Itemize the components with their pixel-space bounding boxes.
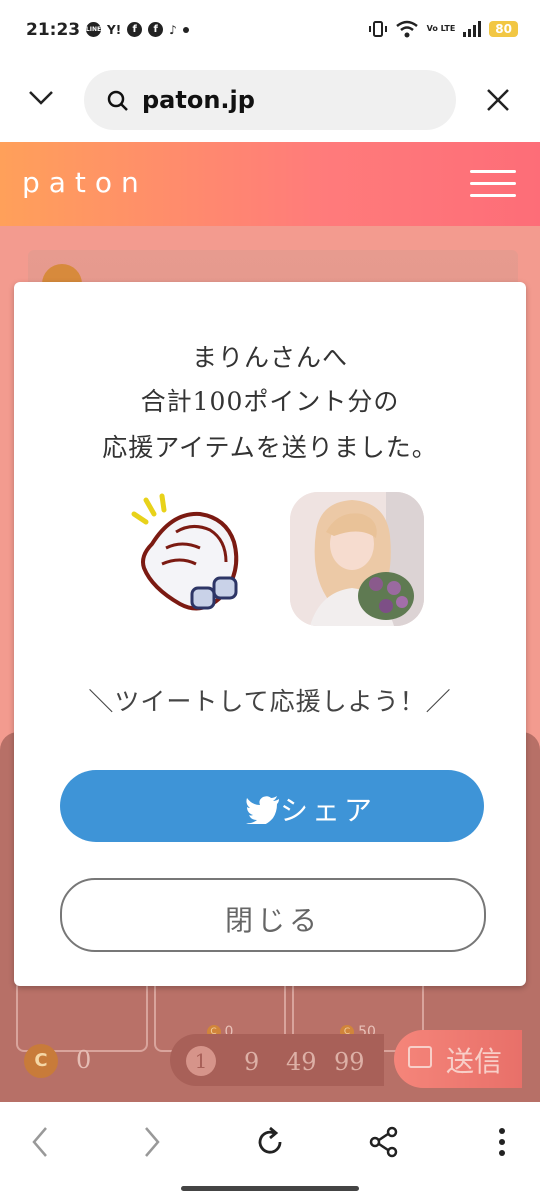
signal-icon [463, 21, 482, 37]
amount-option[interactable]: 9 [244, 1048, 259, 1076]
tweet-prompt: ＼ツイートして応援しよう！／ [88, 687, 452, 716]
notification-icons: LINE Y! f f ♪ [86, 22, 189, 37]
facebook-app-icon-2: f [148, 22, 164, 37]
tiktok-app-icon: ♪ [169, 22, 177, 37]
facebook-app-icon: f [127, 22, 143, 37]
wallet-coin-icon: C [24, 1044, 58, 1078]
wifi-icon [395, 20, 418, 38]
status-bar: 21:23 LINE Y! f f ♪ Vo LTE 80 [0, 0, 540, 62]
close-tab-icon[interactable] [484, 86, 512, 118]
more-options-icon[interactable] [480, 1120, 524, 1164]
send-button[interactable]: 送信 [394, 1030, 522, 1088]
close-label: 閉じる [224, 904, 321, 937]
battery-icon: 80 [489, 21, 518, 37]
collapse-chevron-icon[interactable] [26, 86, 56, 114]
site-logo[interactable]: paton [22, 166, 148, 199]
reload-icon[interactable] [248, 1120, 292, 1164]
system-icons: Vo LTE 80 [368, 20, 518, 38]
message-line-1: まりんさんへ [191, 343, 348, 372]
send-label: 送信 [446, 1045, 503, 1078]
share-icon[interactable] [362, 1120, 406, 1164]
browser-bottom-bar [0, 1102, 540, 1200]
back-arrow-icon[interactable] [18, 1120, 62, 1164]
gesture-bar [181, 1186, 359, 1191]
status-time: 21:23 [26, 20, 81, 40]
support-complete-modal: まりんさんへ 合計100ポイント分の 応援アイテムを送りました。 ＼ツイートして… [14, 282, 526, 986]
twitter-share-button[interactable]: シェア [60, 770, 484, 842]
line-app-icon: LINE [86, 22, 101, 37]
share-label: シェア [280, 794, 377, 827]
browser-url-bar: paton.jp [0, 62, 540, 142]
amount-option[interactable]: 49 [286, 1048, 317, 1076]
twitter-bird-icon [246, 796, 279, 824]
message-line-2: 合計100ポイント分の [140, 387, 400, 416]
yahoo-app-icon: Y! [107, 22, 122, 37]
wallet-points: 0 [76, 1046, 92, 1074]
more-notifications-icon [182, 26, 189, 33]
volte-indicator: Vo LTE [426, 24, 456, 33]
vibrate-icon [368, 21, 387, 37]
gift-icon [408, 1046, 432, 1068]
site-header: paton [0, 142, 540, 226]
recipient-avatar [290, 492, 424, 626]
clapping-hands-icon [122, 492, 252, 622]
close-button[interactable]: 閉じる [60, 878, 486, 952]
address-field[interactable] [84, 70, 456, 130]
forward-arrow-icon[interactable] [130, 1120, 174, 1164]
gift-card[interactable] [16, 978, 148, 1052]
url-text: paton.jp [142, 86, 255, 114]
message-line-3: 応援アイテムを送りました。 [102, 433, 438, 462]
hamburger-menu-icon[interactable] [470, 170, 516, 198]
search-icon [106, 89, 130, 117]
amount-option-selected[interactable]: 1 [186, 1046, 216, 1076]
amount-option[interactable]: 99 [334, 1048, 365, 1076]
